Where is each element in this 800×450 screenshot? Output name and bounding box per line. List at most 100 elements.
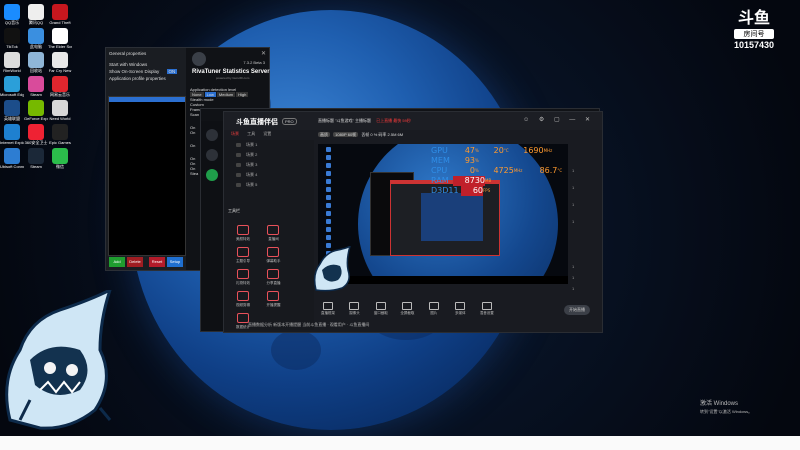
discord-icon[interactable]	[206, 129, 218, 141]
source-camera-button[interactable]: 摄像头	[344, 300, 364, 316]
rtss-general-properties[interactable]: General properties	[106, 50, 186, 57]
right-item[interactable]: 1	[572, 219, 600, 224]
tab-tools[interactable]: 工具	[247, 131, 255, 136]
osd-unit: %	[475, 148, 479, 153]
desktop-icon[interactable]: Epic Games	[48, 124, 72, 145]
tab-scenes[interactable]: 场景	[231, 131, 239, 136]
button-label: 多媒体	[455, 311, 466, 315]
desktop-icon[interactable]: Ubisoft Connect	[0, 148, 24, 169]
tool-gift[interactable]: 礼物特效	[230, 266, 256, 288]
tool-guide[interactable]: 主题引导	[230, 244, 256, 266]
source-fullscreen-button[interactable]: 全屏截取	[397, 300, 417, 316]
start-live-button[interactable]: 开始直播	[564, 305, 590, 315]
tool-stats[interactable]: 数据统计	[230, 310, 256, 332]
live-companion-panel: 斗鱼直播伴侣 PRO 直播标题 "斗鱼游戏" 主播标题 已上直播 最快 59秒 …	[223, 111, 603, 333]
level-medium[interactable]: Medium	[216, 92, 236, 97]
gift-icon	[237, 269, 249, 279]
rtss-setup-button[interactable]: Setup	[167, 257, 183, 267]
resolution-pill[interactable]: 1080P 60帧	[333, 132, 359, 137]
desktop-icon[interactable]: Microsoft Edge	[0, 76, 24, 97]
right-item[interactable]: 1	[572, 286, 600, 291]
app-icon	[28, 76, 44, 92]
right-item[interactable]: 1	[572, 202, 600, 207]
desktop-icon-label: Epic Games	[49, 140, 71, 145]
scene-item[interactable]: 场景 4	[224, 170, 314, 180]
tool-share[interactable]: 分享直播	[260, 266, 286, 288]
rtss-reset-button[interactable]: Reset	[149, 257, 165, 267]
tool-room[interactable]: 直播间	[260, 222, 286, 244]
desktop-icon[interactable]: 微信	[48, 148, 72, 169]
desktop-icon[interactable]: Steam	[24, 76, 48, 97]
desktop-icon[interactable]: Steam	[24, 148, 48, 169]
desktop-wallpaper: QQ音乐 腾讯QQ Grand Theft TikTok 此电脑 The Elder Sc…	[0, 0, 800, 436]
tool-remind[interactable]: 开播提醒	[260, 288, 286, 310]
spotify-icon[interactable]	[206, 169, 218, 181]
osd-unit: MHz	[543, 148, 553, 153]
scene-item[interactable]: 场景 3	[224, 160, 314, 170]
app-icon	[52, 124, 68, 140]
stream-preview[interactable]: GPU 47% 20°C 1690MHz MEM 93% CPU 0% 4725MHz 86.…	[318, 144, 568, 284]
scene-item[interactable]: 场景 5	[224, 180, 314, 190]
app-icon	[28, 100, 44, 116]
tools-header: 工具栏	[228, 208, 240, 213]
rtss-add-button[interactable]: Add	[109, 257, 125, 267]
desktop-icon[interactable]: 腾讯QQ	[24, 4, 48, 25]
right-item[interactable]: 1	[572, 168, 600, 173]
desktop-icon[interactable]: Internet Explorer	[0, 124, 24, 145]
rtss-osd-toggle[interactable]: ON	[166, 69, 178, 74]
rtss-app-profile-properties[interactable]: Application profile properties	[106, 75, 186, 82]
desktop-icon[interactable]: 网易云音乐	[48, 76, 72, 97]
tool-label: 分享直播	[266, 281, 281, 285]
desktop-icon[interactable]: 回收站	[24, 52, 48, 73]
scene-item[interactable]: 场景 2	[224, 150, 314, 160]
tool-label: 主题引导	[236, 259, 250, 263]
taskbar[interactable]	[0, 436, 800, 450]
desktop-icon[interactable]: RimWorld	[0, 52, 24, 73]
desktop-icon[interactable]: 此电脑	[24, 28, 48, 49]
quality-pill[interactable]: 画质	[318, 132, 330, 137]
osd-cpu-label: CPU	[431, 166, 448, 175]
desktop-icon-label: Ubisoft Connect	[0, 164, 24, 169]
rtss-start-with-windows[interactable]: Start with Windows	[106, 61, 186, 68]
desktop-icon[interactable]: Far Cry New	[48, 52, 72, 73]
rtss-show-osd[interactable]: Show On-Screen Display ON	[106, 68, 186, 75]
source-window-button[interactable]: 窗口截取	[371, 300, 391, 316]
tool-clip[interactable]: 视频剪辑	[230, 288, 256, 310]
source-mixer-button[interactable]: 混音设置	[477, 300, 497, 316]
osd-ram-row: RAM 8730MB	[431, 176, 565, 186]
tab-settings[interactable]: 设置	[263, 131, 271, 136]
tool-beauty[interactable]: 美颜特效	[230, 222, 256, 244]
panel-window-controls[interactable]: ☺ ⚙ ▢ — ✕	[523, 116, 594, 123]
source-frame-button[interactable]: 直播框架	[318, 300, 338, 316]
osd-gpu-temp: 20	[493, 146, 504, 155]
desktop-icon[interactable]: 360安全卫士	[24, 124, 48, 145]
app-icon	[28, 4, 44, 20]
douyu-watermark: 斗鱼 房间号 10157430	[730, 10, 778, 50]
rtss-delete-button[interactable]: Delete	[127, 257, 143, 267]
desktop-icon[interactable]: Grand Theft	[48, 4, 72, 25]
tool-danmaku[interactable]: 弹幕助手	[260, 244, 286, 266]
osd-unit: °C	[557, 168, 563, 173]
stream-info: 直播标题 "斗鱼游戏" 主播标题 已上直播 最快 59秒	[318, 118, 411, 124]
desktop-icon[interactable]: TikTok	[0, 28, 24, 49]
media-icon	[455, 302, 466, 310]
desktop-icon[interactable]: The Elder Scrolls	[48, 28, 72, 49]
right-item[interactable]: 1	[572, 264, 600, 269]
rtss-profile-list[interactable]	[108, 96, 186, 256]
source-media-button[interactable]: 多媒体	[450, 300, 470, 316]
scene-item[interactable]: 场景 1	[224, 140, 314, 150]
streaming-app-window[interactable]: — ▢ ✕ 斗鱼直播伴侣 PRO 直播标题 "斗鱼游戏" 主播标题 已上直播 最…	[200, 108, 603, 333]
sidebar-icon[interactable]	[206, 149, 218, 161]
close-icon[interactable]: ✕	[261, 50, 266, 57]
activation-hint: 转到"设置"以激活 Windows。	[700, 409, 753, 414]
right-item[interactable]: 1	[572, 185, 600, 190]
source-image-button[interactable]: 图片	[424, 300, 444, 316]
rtss-selected-profile[interactable]	[109, 97, 185, 102]
level-high[interactable]: High	[236, 92, 249, 97]
desktop-icon[interactable]: QQ音乐	[0, 4, 24, 25]
desktop-icon[interactable]: GeForce Experience	[24, 100, 48, 121]
osd-ram-value: 8730	[453, 176, 485, 186]
right-item[interactable]: 1	[572, 275, 600, 280]
desktop-icon[interactable]: 英雄联盟	[0, 100, 24, 121]
desktop-icon[interactable]: Need World	[48, 100, 72, 121]
